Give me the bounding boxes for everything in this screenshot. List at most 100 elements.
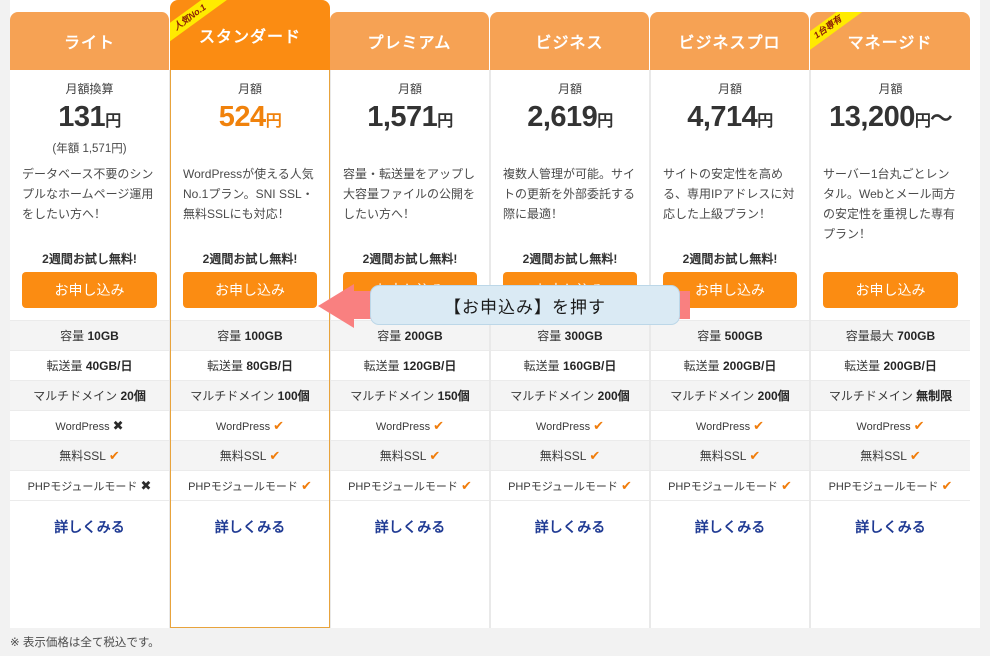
spec-label: 転送量 — [363, 359, 400, 373]
price-value: 2,619 — [527, 101, 598, 133]
detail-link[interactable]: 詳しくみる — [215, 517, 286, 537]
spec-value: 200GB — [404, 329, 443, 343]
apply-button-wrap: お申し込み — [491, 272, 649, 316]
spec-row: 無料SSL ✔ — [491, 440, 649, 470]
plan-column: ビジネス 月額 2,619円 複数人管理が可能。サイトの更新を外部委託する際に最適！ 2… — [490, 0, 650, 628]
plan-spec-list: 容量 10GB 転送量 40GB/日 マルチドメイン 20個 WordPress ✖ 無… — [10, 320, 169, 500]
price-amount: 524円 — [171, 98, 329, 141]
plan-spec-list: 容量最大 700GB 転送量 200GB/日 マルチドメイン 無制限 WordPres… — [811, 320, 970, 500]
apply-button[interactable]: お申し込み — [343, 272, 477, 308]
spec-row: 容量 300GB — [491, 320, 649, 350]
price-label: 月額 — [878, 82, 903, 96]
detail-link-wrap: 詳しくみる — [811, 500, 970, 552]
check-icon: ✔ — [913, 418, 925, 433]
plan-header-tab[interactable]: プレミアム — [330, 12, 490, 70]
spec-label: WordPress — [535, 421, 591, 433]
plan-header-tab[interactable]: 人気No.1 スタンダード — [170, 0, 330, 70]
plan-spec-list: 容量 200GB 転送量 120GB/日 マルチドメイン 150個 WordPress… — [331, 320, 489, 500]
detail-link[interactable]: 詳しくみる — [375, 517, 446, 537]
check-icon: ✔ — [593, 418, 605, 433]
plan-column: ライト 月額換算 131円 (年額 1,571円) データベース不要のシンプルなホームペ… — [10, 0, 170, 628]
free-trial-label — [811, 250, 970, 272]
plan-card-body: 月額換算 131円 (年額 1,571円) データベース不要のシンプルなホームページ運… — [10, 70, 170, 628]
spec-label: 無料SSL — [539, 449, 586, 463]
plan-column: ビジネスプロ 月額 4,714円 サイトの安定性を高める、専用IPアドレスに対応した上… — [650, 0, 810, 628]
apply-button[interactable]: お申し込み — [663, 272, 797, 308]
detail-link[interactable]: 詳しくみる — [695, 517, 766, 537]
spec-value: 100GB — [244, 329, 283, 343]
spec-label: WordPress — [375, 421, 431, 433]
plan-description: WordPressが使える人気No.1プラン。SNI SSL・無料SSLにも対応… — [183, 167, 314, 221]
price-amount: 1,571円 — [331, 98, 489, 141]
plan-spec-list: 容量 100GB 転送量 80GB/日 マルチドメイン 100個 WordPress … — [171, 320, 329, 500]
check-icon: ✔ — [621, 478, 632, 493]
price-amount: 4,714円 — [651, 98, 809, 141]
plan-description: 容量・転送量をアップし大容量ファイルの公開をしたい方へ！ — [343, 167, 476, 221]
price-label: 月額 — [237, 82, 262, 96]
apply-button[interactable]: お申し込み — [22, 272, 157, 308]
spec-row: 容量 500GB — [651, 320, 809, 350]
spec-label: 無料SSL — [379, 449, 426, 463]
check-icon: ✔ — [589, 448, 601, 463]
spec-row: 転送量 40GB/日 — [10, 350, 169, 380]
spec-label: PHPモジュールモード — [188, 481, 298, 493]
spec-row: 転送量 160GB/日 — [491, 350, 649, 380]
detail-link[interactable]: 詳しくみる — [54, 517, 125, 537]
check-icon: ✔ — [909, 448, 921, 463]
apply-button[interactable]: お申し込み — [823, 272, 958, 308]
apply-button-wrap: お申し込み — [811, 272, 970, 316]
cross-icon: ✖ — [112, 418, 124, 433]
spec-row: マルチドメイン 20個 — [10, 380, 169, 410]
spec-row: マルチドメイン 無制限 — [811, 380, 970, 410]
spec-label: PHPモジュールモード — [828, 481, 939, 493]
spec-value: 200個 — [757, 389, 790, 403]
spec-row: 転送量 80GB/日 — [171, 350, 329, 380]
spec-row: PHPモジュールモード ✖ — [10, 470, 169, 500]
spec-value: 200GB/日 — [723, 359, 777, 373]
plan-name: スタンダード — [198, 29, 301, 46]
spec-row: マルチドメイン 150個 — [331, 380, 489, 410]
price-annual-note: (年額 1,571円) — [52, 143, 127, 155]
spec-row: PHPモジュールモード ✔ — [331, 470, 489, 500]
spec-label: 転送量 — [46, 359, 83, 373]
spec-row: 無料SSL ✔ — [10, 440, 169, 470]
plan-header-tab[interactable]: 1台専有 マネージド — [810, 12, 970, 70]
spec-label: マルチドメイン — [670, 389, 755, 403]
price-label: 月額 — [557, 82, 582, 96]
price-currency-unit: 円 — [914, 113, 931, 130]
plan-name: プレミアム — [367, 35, 452, 52]
check-icon: ✔ — [781, 478, 792, 493]
plan-price-block: 月額 524円 — [171, 70, 329, 158]
spec-label: マルチドメイン — [828, 389, 913, 403]
spec-label: PHPモジュールモード — [508, 481, 618, 493]
spec-row: マルチドメイン 100個 — [171, 380, 329, 410]
plan-card-body: 月額 4,714円 サイトの安定性を高める、専用IPアドレスに対応した上級プラン！ 2… — [650, 70, 810, 628]
apply-button-wrap: お申し込み — [10, 272, 169, 316]
spec-label: 容量 — [60, 329, 85, 343]
price-value: 524 — [218, 101, 266, 133]
detail-link[interactable]: 詳しくみる — [855, 517, 926, 537]
spec-value: 200GB/日 — [883, 359, 937, 373]
apply-button[interactable]: お申し込み — [503, 272, 637, 308]
apply-button[interactable]: お申し込み — [183, 272, 317, 308]
detail-link[interactable]: 詳しくみる — [535, 517, 606, 537]
spec-value: 500GB — [724, 329, 763, 343]
spec-row: WordPress ✔ — [171, 410, 329, 440]
plan-header-tab[interactable]: ビジネスプロ — [650, 12, 810, 70]
spec-row: マルチドメイン 200個 — [491, 380, 649, 410]
plan-card-body: 月額 1,571円 容量・転送量をアップし大容量ファイルの公開をしたい方へ！ 2週間お… — [330, 70, 490, 628]
detail-link-wrap: 詳しくみる — [331, 500, 489, 552]
plan-header-tab[interactable]: ライト — [10, 12, 170, 70]
spec-label: WordPress — [215, 421, 271, 433]
spec-value: 200個 — [597, 389, 630, 403]
plan-columns: ライト 月額換算 131円 (年額 1,571円) データベース不要のシンプルなホームペ… — [10, 0, 970, 628]
free-trial-label: 2週間お試し無料! — [522, 252, 618, 266]
plan-header-tab[interactable]: ビジネス — [490, 12, 650, 70]
price-label: 月額 — [397, 82, 422, 96]
spec-value: 160GB/日 — [563, 359, 617, 373]
spec-value: 700GB — [897, 329, 936, 343]
spec-row: 無料SSL ✔ — [171, 440, 329, 470]
spec-value: 80GB/日 — [246, 359, 294, 373]
check-icon: ✔ — [749, 448, 761, 463]
spec-value: 300GB — [564, 329, 603, 343]
